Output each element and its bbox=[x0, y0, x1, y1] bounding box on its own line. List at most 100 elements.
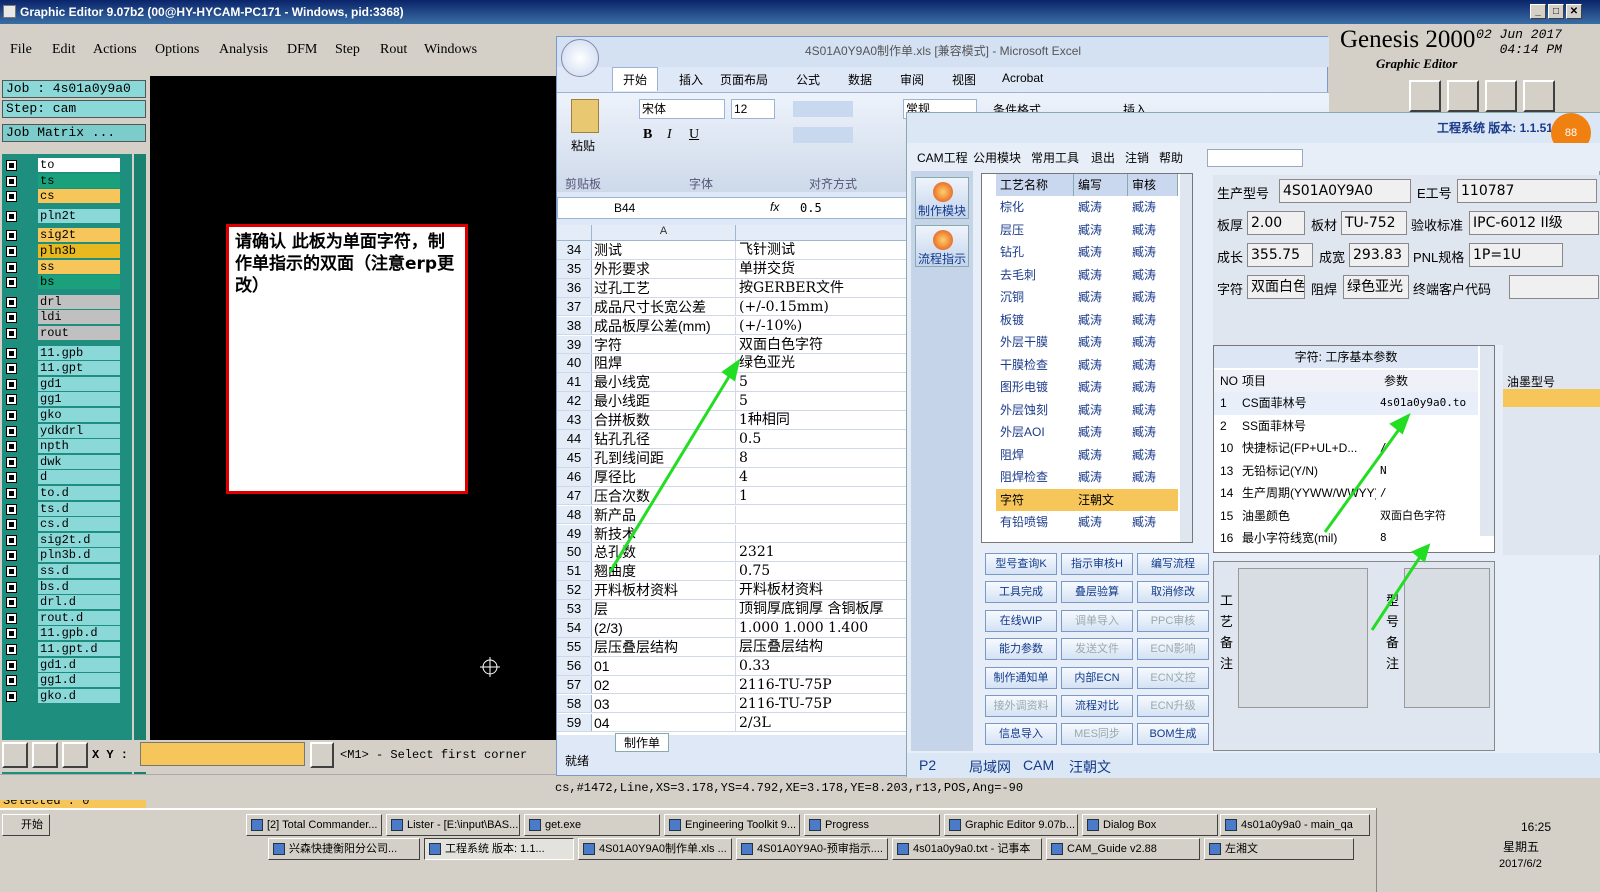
action-button[interactable]: 能力参数 bbox=[985, 638, 1057, 661]
row-number[interactable]: 37 bbox=[557, 297, 592, 316]
action-button[interactable]: 在线WIP bbox=[985, 609, 1057, 632]
close-button[interactable]: ✕ bbox=[1566, 4, 1582, 19]
import-icon[interactable] bbox=[1447, 80, 1479, 112]
layer-checkbox[interactable] bbox=[6, 312, 17, 324]
sheet-row[interactable]: 43 合拼板数 1种相同 bbox=[557, 411, 912, 430]
menu-logout[interactable]: 注销 bbox=[1125, 149, 1149, 166]
cell-a[interactable]: 钻孔孔径 bbox=[592, 430, 736, 448]
cell-a[interactable]: 外形要求 bbox=[592, 259, 736, 278]
layer-checkbox[interactable] bbox=[6, 612, 17, 624]
layer-row-cs[interactable]: cs bbox=[4, 189, 120, 204]
cell-b[interactable]: 层压叠层结构 bbox=[737, 638, 912, 656]
cust-field[interactable] bbox=[1509, 275, 1599, 299]
action-button[interactable]: ECN影响 bbox=[1137, 638, 1209, 661]
row-number[interactable]: 53 bbox=[557, 600, 592, 618]
param-row[interactable]: 15 油墨颜色 双面白色字符 bbox=[1214, 505, 1478, 528]
process-row[interactable]: 板镀 臧涛 臧涛 bbox=[996, 309, 1178, 332]
layer-row-dwk[interactable]: dwk bbox=[4, 454, 120, 469]
row-number[interactable]: 35 bbox=[557, 259, 592, 278]
cell-b[interactable]: 5 bbox=[737, 373, 912, 391]
action-button[interactable]: 发送文件 bbox=[1061, 638, 1133, 661]
row-number[interactable]: 43 bbox=[557, 411, 592, 429]
font-name-select[interactable]: 宋体 bbox=[639, 99, 725, 119]
row-number[interactable]: 42 bbox=[557, 392, 592, 410]
layer-checkbox[interactable] bbox=[6, 410, 17, 421]
tab-view[interactable]: 视图 bbox=[952, 71, 976, 88]
layer-row-11-gpt-d[interactable]: 11.gpt.d bbox=[4, 642, 120, 656]
cell-b[interactable]: 8 bbox=[737, 449, 912, 467]
layer-row-rout[interactable]: rout bbox=[4, 326, 120, 340]
layer-checkbox[interactable] bbox=[6, 378, 17, 390]
row-number[interactable]: 34 bbox=[557, 241, 592, 259]
menu-actions[interactable]: Actions bbox=[93, 42, 137, 58]
layer-name[interactable]: gg1.d bbox=[38, 673, 120, 688]
layer-name[interactable]: cs bbox=[38, 189, 120, 204]
row-number[interactable]: 48 bbox=[557, 505, 592, 524]
layer-checkbox[interactable] bbox=[6, 566, 17, 577]
layer-row-pln3b-d[interactable]: pln3b.d bbox=[4, 548, 120, 563]
sheet-row[interactable]: 54 (2/3) 1.000 1.000 1.400 bbox=[557, 619, 912, 638]
layer-name[interactable]: npth bbox=[38, 439, 120, 454]
cell-a[interactable]: 开料板材资料 bbox=[592, 581, 736, 599]
corner-header[interactable] bbox=[557, 225, 592, 241]
layer-name[interactable]: pln3b bbox=[38, 244, 120, 258]
sheet-row[interactable]: 45 孔到线间距 8 bbox=[557, 448, 912, 468]
layer-row-11-gpt[interactable]: 11.gpt bbox=[4, 361, 120, 376]
layer-row-gko-d[interactable]: gko.d bbox=[4, 688, 120, 703]
tab-acrobat[interactable]: Acrobat bbox=[1002, 71, 1043, 85]
sheet-row[interactable]: 55 层压叠层结构 层压叠层结构 bbox=[557, 637, 912, 657]
layer-row-gd1-d[interactable]: gd1.d bbox=[4, 657, 120, 672]
layer-row-gg1[interactable]: gg1 bbox=[4, 392, 120, 407]
layer-name[interactable]: gd1.d bbox=[38, 657, 120, 672]
cell-a[interactable]: 字符 bbox=[592, 335, 736, 354]
layer-checkbox[interactable] bbox=[6, 347, 17, 359]
menu-file[interactable]: File bbox=[10, 42, 32, 58]
info-icon[interactable] bbox=[310, 742, 334, 768]
layer-name[interactable]: gko.d bbox=[38, 688, 120, 703]
row-number[interactable]: 45 bbox=[557, 448, 592, 467]
process-row[interactable]: 外层AOI 臧涛 臧涛 bbox=[996, 421, 1178, 444]
measure-icon[interactable] bbox=[32, 742, 58, 768]
mask-field[interactable]: 绿色亚光 bbox=[1343, 275, 1409, 299]
cell-b[interactable] bbox=[737, 525, 912, 543]
menu-analysis[interactable]: Analysis bbox=[219, 42, 268, 58]
layer-row-pln2t[interactable]: pln2t bbox=[4, 208, 120, 223]
process-row[interactable]: 字符 汪朝文 bbox=[996, 488, 1178, 511]
layer-name[interactable]: rout bbox=[38, 326, 120, 340]
cell-b[interactable]: 1种相同 bbox=[737, 411, 912, 429]
paste-label[interactable]: 粘贴 bbox=[571, 137, 595, 154]
layer-checkbox[interactable] bbox=[6, 191, 17, 203]
minimize-button[interactable]: _ bbox=[1530, 4, 1546, 19]
make-module-button[interactable]: 制作模块 bbox=[915, 177, 969, 219]
taskbar-item[interactable]: 左湘文 bbox=[1204, 838, 1354, 860]
layer-row-11-gpb[interactable]: 11.gpb bbox=[4, 345, 120, 360]
column-b-header[interactable] bbox=[736, 225, 912, 241]
process-row[interactable]: 阻焊 臧涛 臧涛 bbox=[996, 444, 1178, 467]
cell-a[interactable]: 成品板厚公差(mm) bbox=[592, 316, 736, 335]
layer-checkbox[interactable] bbox=[6, 690, 17, 702]
menu-tools[interactable]: 常用工具 bbox=[1031, 149, 1079, 166]
layer-checkbox[interactable] bbox=[6, 675, 17, 687]
row-number[interactable]: 57 bbox=[557, 675, 592, 694]
action-button[interactable]: 流程对比 bbox=[1061, 695, 1133, 717]
sheet-row[interactable]: 36 过孔工艺 按GERBER文件 bbox=[557, 278, 912, 298]
layer-checkbox[interactable] bbox=[6, 503, 17, 515]
flow-guide-button[interactable]: 流程指示 bbox=[915, 225, 969, 267]
sheet-row[interactable]: 48 新产品 bbox=[557, 505, 912, 525]
cell-b[interactable]: 按GERBER文件 bbox=[737, 279, 912, 297]
model-remark-box[interactable] bbox=[1404, 568, 1490, 708]
thick-field[interactable]: 2.00 bbox=[1247, 211, 1305, 235]
action-button[interactable]: ECN文控 bbox=[1137, 666, 1209, 689]
tab-home[interactable]: 开始 bbox=[612, 67, 659, 91]
process-row[interactable]: 干膜检查 臧涛 臧涛 bbox=[996, 354, 1178, 377]
layer-checkbox[interactable] bbox=[6, 659, 17, 671]
layer-name[interactable]: ss.d bbox=[38, 564, 120, 578]
taskbar-item[interactable]: 工程系统 版本: 1.1... bbox=[424, 838, 574, 860]
cell-b[interactable]: 4 bbox=[737, 468, 912, 486]
bold-button[interactable]: B bbox=[643, 127, 652, 143]
layer-row-11-gpb-d[interactable]: 11.gpb.d bbox=[4, 626, 120, 641]
action-button[interactable]: BOM生成 bbox=[1137, 723, 1209, 746]
office-button[interactable] bbox=[561, 39, 599, 77]
row-number[interactable]: 56 bbox=[557, 656, 592, 675]
sheet-row[interactable]: 52 开料板材资料 开料板材资料 bbox=[557, 581, 912, 600]
